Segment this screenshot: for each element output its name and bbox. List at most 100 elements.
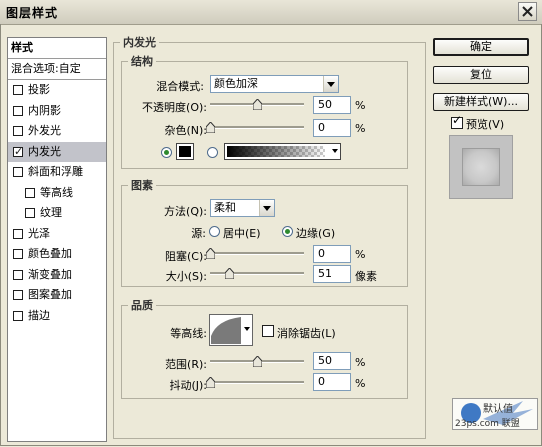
contour-label: 等高线: (170, 327, 207, 340)
style-item[interactable]: 内发光 (8, 141, 106, 162)
quality-title: 品质 (131, 299, 153, 312)
glow-color-fill (179, 146, 191, 157)
jitter-slider-track (210, 381, 304, 384)
style-item-checkbox[interactable] (13, 142, 23, 162)
window-title: 图层样式 (6, 6, 59, 20)
style-item-checkbox[interactable] (13, 228, 23, 239)
style-item[interactable]: 斜面和浮雕 (8, 162, 106, 183)
choke-unit: % (355, 248, 366, 261)
gradient-picker[interactable] (224, 143, 341, 160)
close-icon (522, 6, 533, 17)
style-item[interactable]: 颜色叠加 (8, 244, 106, 265)
style-item-label: 斜面和浮雕 (28, 165, 83, 178)
style-item[interactable]: 外发光 (8, 121, 106, 142)
style-item[interactable]: 光泽 (8, 224, 106, 245)
choke-input[interactable]: 0 (313, 245, 351, 263)
jitter-label: 抖动(J): (169, 379, 207, 392)
size-unit: 像素 (355, 270, 377, 283)
opacity-unit: % (355, 99, 366, 112)
style-item[interactable]: 等高线 (8, 183, 106, 204)
style-item-checkbox[interactable] (13, 249, 23, 259)
style-preview-swatch (462, 148, 500, 186)
style-item[interactable]: 描边 (8, 306, 106, 327)
style-item[interactable]: 图案叠加 (8, 285, 106, 306)
style-item-checkbox[interactable] (25, 208, 35, 218)
source-center-radio[interactable] (209, 226, 220, 237)
antialias-label[interactable]: 消除锯齿(L) (277, 325, 336, 341)
range-input[interactable]: 50 (313, 352, 351, 370)
new-style-button[interactable]: 新建样式(W)... (433, 93, 529, 111)
elements-title: 图素 (131, 179, 153, 192)
style-item-label: 图案叠加 (28, 288, 72, 301)
contour-picker[interactable] (209, 314, 253, 346)
style-item-label: 颜色叠加 (28, 247, 72, 260)
jitter-slider[interactable] (206, 376, 304, 390)
blend-options-item[interactable]: 混合选项:自定 (8, 59, 106, 80)
range-slider[interactable] (210, 355, 304, 369)
opacity-slider-knob[interactable] (253, 99, 262, 110)
noise-slider[interactable] (206, 121, 304, 135)
opacity-label: 不透明度(O): (142, 101, 207, 114)
style-item-label: 等高线 (40, 185, 73, 199)
style-list: 样式 混合选项:自定 投影内阴影外发光内发光斜面和浮雕等高线纹理光泽颜色叠加渐变… (7, 37, 107, 442)
gradient-radio[interactable] (207, 147, 218, 158)
size-input[interactable]: 51 (313, 265, 351, 283)
style-item-label: 外发光 (28, 124, 61, 137)
style-item[interactable]: 内阴影 (8, 101, 106, 122)
contour-dropdown-icon (244, 327, 250, 331)
choke-slider[interactable] (206, 247, 304, 261)
preview-label[interactable]: 预览(V) (466, 116, 504, 132)
style-item-label: 描边 (28, 308, 50, 322)
size-slider[interactable] (210, 267, 304, 281)
ok-button[interactable]: 确定 (433, 38, 529, 56)
source-center-label[interactable]: 居中(E) (223, 225, 261, 241)
style-item[interactable]: 渐变叠加 (8, 265, 106, 286)
style-item-checkbox[interactable] (13, 105, 23, 116)
style-item[interactable]: 投影 (8, 80, 106, 101)
style-item-checkbox[interactable] (13, 290, 23, 300)
close-button[interactable] (518, 2, 537, 21)
style-preview (449, 135, 513, 199)
jitter-input[interactable]: 0 (313, 373, 351, 391)
style-item-checkbox[interactable] (13, 269, 23, 280)
choke-label: 阻塞(C): (165, 250, 207, 263)
size-slider-knob[interactable] (224, 268, 234, 279)
style-item-checkbox[interactable] (13, 126, 23, 136)
inner-glow-title: 内发光 (123, 36, 156, 49)
blend-mode-select[interactable]: 颜色加深 (210, 75, 339, 93)
choke-slider-track (210, 252, 304, 255)
chevron-down-icon[interactable] (259, 200, 274, 216)
jitter-slider-knob[interactable] (206, 377, 215, 388)
noise-unit: % (355, 122, 366, 135)
style-item-checkbox[interactable] (13, 167, 23, 177)
method-select[interactable]: 柔和 (210, 199, 275, 217)
noise-slider-knob[interactable] (206, 122, 215, 133)
jitter-unit: % (355, 377, 366, 390)
solid-color-radio[interactable] (161, 147, 172, 158)
source-edge-label[interactable]: 边缘(G) (296, 225, 335, 241)
style-item-label: 光泽 (28, 226, 50, 240)
style-item[interactable]: 纹理 (8, 203, 106, 224)
watermark: 默认值 23ps.com 联盟 (452, 398, 538, 430)
style-item-label: 内阴影 (28, 103, 61, 117)
opacity-input[interactable]: 50 (313, 96, 351, 114)
opacity-slider[interactable] (210, 98, 304, 112)
title-bar: 图层样式 (0, 0, 542, 25)
chevron-down-icon[interactable] (323, 76, 338, 92)
antialias-checkbox[interactable] (262, 325, 274, 337)
style-item-checkbox[interactable] (13, 310, 23, 321)
noise-input[interactable]: 0 (313, 119, 351, 137)
reset-button[interactable]: 复位 (433, 66, 529, 84)
range-unit: % (355, 356, 366, 369)
structure-title: 结构 (131, 55, 153, 68)
style-list-header[interactable]: 样式 (8, 38, 106, 59)
style-item-checkbox[interactable] (25, 187, 35, 198)
source-edge-radio[interactable] (282, 226, 293, 237)
style-item-checkbox[interactable] (13, 85, 23, 95)
range-slider-knob[interactable] (253, 356, 262, 367)
choke-slider-knob[interactable] (206, 248, 215, 259)
preview-checkbox[interactable] (451, 113, 463, 129)
noise-label: 杂色(N): (164, 124, 207, 137)
range-label: 范围(R): (165, 358, 207, 371)
glow-color-swatch[interactable] (176, 143, 194, 160)
